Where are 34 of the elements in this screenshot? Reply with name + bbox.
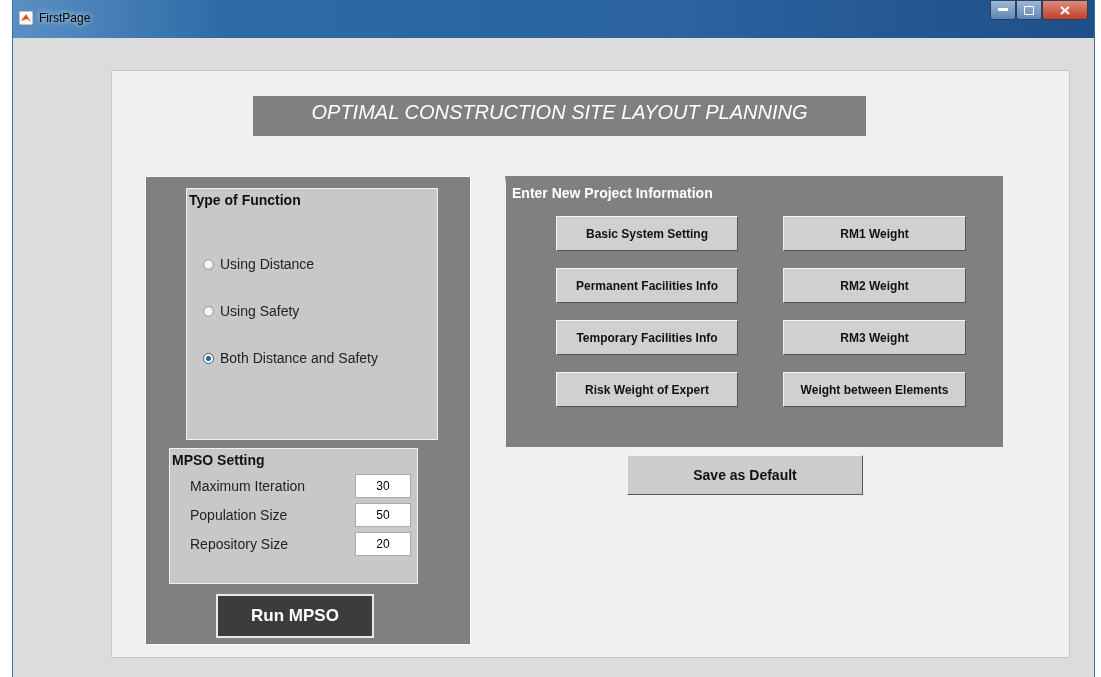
window-title: FirstPage: [39, 11, 91, 25]
project-button[interactable]: Weight between Elements: [783, 372, 966, 407]
radio-button[interactable]: [203, 352, 214, 364]
option-label: Using Distance: [220, 256, 315, 272]
run-button[interactable]: Run MPSO: [216, 594, 374, 638]
maximize-button[interactable]: [1016, 0, 1042, 20]
project-button[interactable]: Risk Weight of Expert: [556, 372, 738, 407]
project-button[interactable]: Temporary Facilities Info: [556, 320, 738, 355]
radio-button[interactable]: [203, 305, 214, 317]
field-label: Population Size: [189, 506, 289, 523]
project-button[interactable]: Permanent Facilities Info: [556, 268, 738, 303]
radio-option[interactable]: Both Distance and Safety: [203, 350, 437, 366]
maximize-icon: [1024, 5, 1034, 15]
radio-option[interactable]: Using Distance: [203, 256, 437, 272]
radio-option[interactable]: Using Safety: [203, 303, 437, 319]
project-button[interactable]: RM3 Weight: [783, 320, 966, 355]
save-button[interactable]: Save as Default: [627, 455, 863, 495]
radio-button[interactable]: [203, 258, 214, 270]
app-icon: [19, 11, 33, 25]
option-label: Both Distance and Safety: [220, 350, 378, 366]
app-banner: OPTIMAL CONSTRUCTION SITE LAYOUT PLANNING: [253, 96, 866, 136]
close-button[interactable]: [1042, 0, 1088, 20]
input-field[interactable]: 20: [355, 531, 411, 556]
field-label: Maximum Iteration: [189, 477, 307, 494]
input-field[interactable]: 50: [355, 502, 411, 527]
minimize-icon: [998, 8, 1008, 12]
option-label: Using Safety: [220, 303, 300, 319]
close-icon: [1060, 5, 1070, 15]
input-field[interactable]: 30: [355, 473, 411, 498]
project-button[interactable]: RM1 Weight: [783, 216, 966, 251]
minimize-button[interactable]: [990, 0, 1016, 20]
field-label: Repository Size: [189, 535, 290, 552]
project-button[interactable]: Basic System Setting: [556, 216, 738, 251]
project-button[interactable]: RM2 Weight: [783, 268, 966, 303]
